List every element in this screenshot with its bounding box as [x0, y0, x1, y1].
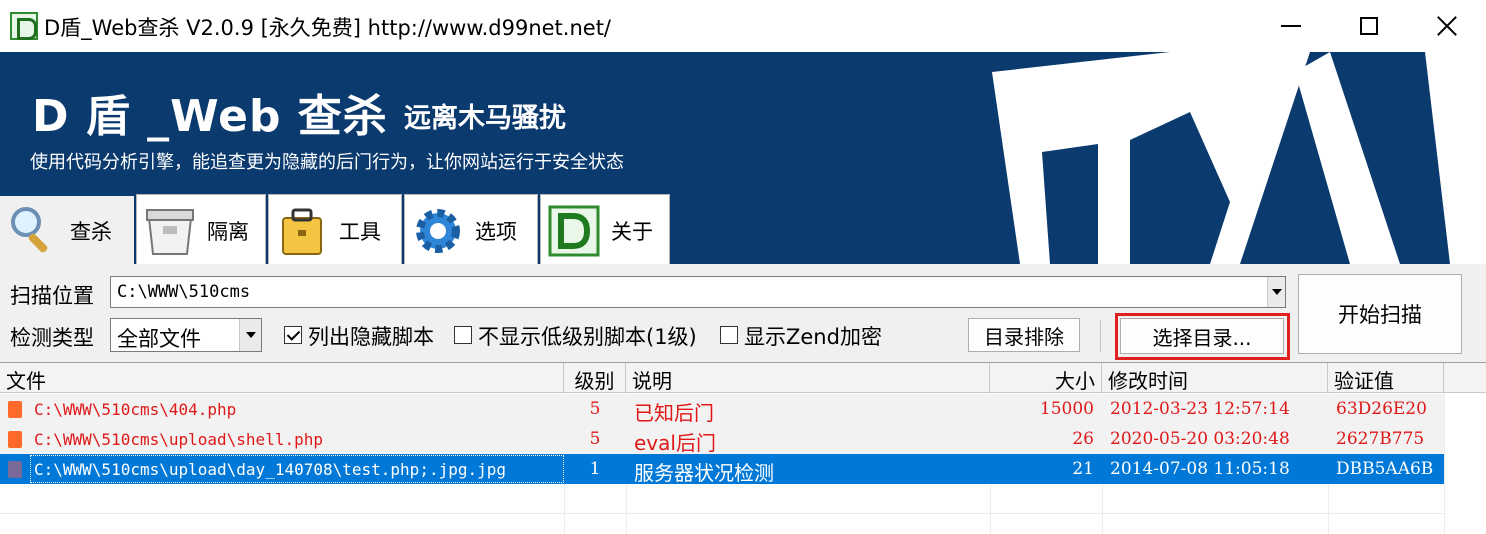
tab-quarantine[interactable]: 隔离 — [136, 194, 266, 266]
row-desc: eval后门 — [634, 431, 716, 454]
chevron-down-icon — [245, 332, 256, 338]
maximize-icon — [1360, 17, 1378, 35]
detect-type-value: 全部文件 — [117, 327, 201, 351]
column-header-mtime[interactable]: 修改时间 — [1102, 363, 1328, 393]
script-file-icon — [8, 431, 22, 448]
table-row[interactable]: C:\WWW\510cms\404.php 5 已知后门 15000 2012-… — [0, 394, 1444, 424]
script-file-icon — [8, 461, 22, 478]
column-header-filler — [1444, 363, 1486, 393]
minimize-button[interactable] — [1252, 0, 1330, 52]
row-desc: 服务器状况检测 — [634, 461, 774, 484]
chevron-down-icon — [1271, 289, 1282, 295]
show-zend-checkbox[interactable] — [720, 326, 738, 344]
row-hash: DBB5AA6B — [1336, 459, 1434, 479]
column-header-hash[interactable]: 验证值 — [1328, 363, 1444, 393]
scan-location-dropdown-button[interactable] — [1267, 277, 1285, 307]
row-desc: 已知后门 — [634, 401, 714, 424]
row-divider — [0, 513, 1444, 514]
close-icon — [1436, 15, 1458, 37]
row-hash: 2627B775 — [1336, 429, 1425, 449]
exclude-dir-button[interactable]: 目录排除 — [968, 318, 1080, 352]
column-divider — [1444, 393, 1445, 534]
tab-scan-label: 查杀 — [70, 220, 112, 244]
toolbar-separator — [1100, 320, 1101, 352]
toolbox-icon — [282, 208, 322, 255]
window-title: D盾_Web查杀 V2.0.9 [永久免费] http://www.d99net… — [44, 16, 611, 40]
minimize-icon — [1281, 25, 1301, 27]
start-scan-button[interactable]: 开始扫描 — [1298, 274, 1462, 354]
row-size: 26 — [1072, 429, 1094, 449]
brand-subtitle: 远离木马骚扰 — [404, 103, 566, 134]
column-header-level[interactable]: 级别 — [564, 363, 626, 393]
script-file-icon — [8, 401, 22, 418]
list-hidden-scripts-label[interactable]: 列出隐藏脚本 — [308, 321, 434, 351]
row-level: 1 — [589, 459, 601, 479]
d-shield-logo-icon — [548, 205, 600, 256]
table-row-selected[interactable]: C:\WWW\510cms\upload\day_140708\test.php… — [0, 454, 1444, 484]
row-mtime: 2020-05-20 03:20:48 — [1110, 429, 1290, 449]
detect-type-dropdown-button[interactable] — [239, 319, 261, 351]
title-bar: D盾_Web查杀 V2.0.9 [永久免费] http://www.d99net… — [0, 0, 1486, 52]
magnifier-icon — [11, 207, 48, 253]
tab-scan[interactable]: 查杀 — [0, 196, 134, 266]
brand-title: D 盾 _Web 查杀 — [32, 91, 388, 142]
column-header-desc[interactable]: 说明 — [626, 363, 990, 393]
app-icon — [10, 12, 38, 40]
d-shield-logo-art — [992, 52, 1486, 264]
close-button[interactable] — [1408, 0, 1486, 52]
row-hash: 63D26E20 — [1336, 399, 1427, 419]
brand-slogan: 使用代码分析引擎，能追查更为隐藏的后门行为，让你网站运行于安全状态 — [30, 152, 624, 173]
list-hidden-scripts-checkbox[interactable] — [284, 326, 302, 344]
hide-low-level-checkbox[interactable] — [454, 326, 472, 344]
results-table[interactable]: 文件 级别 说明 大小 修改时间 验证值 C:\WWW\510cms\404.p… — [0, 362, 1486, 534]
detect-type-select[interactable]: 全部文件 — [110, 318, 262, 352]
quarantine-box-icon — [146, 208, 194, 255]
row-size: 21 — [1072, 459, 1094, 479]
tab-options[interactable]: 选项 — [404, 194, 538, 266]
row-file: C:\WWW\510cms\404.php — [34, 400, 237, 419]
show-zend-label[interactable]: 显示Zend加密 — [744, 321, 882, 351]
row-mtime: 2014-07-08 11:05:18 — [1110, 459, 1290, 479]
gear-icon — [416, 208, 460, 253]
hide-low-level-label[interactable]: 不显示低级别脚本(1级) — [478, 321, 697, 351]
tab-tools[interactable]: 工具 — [268, 194, 402, 266]
column-header-size[interactable]: 大小 — [990, 363, 1102, 393]
scan-location-label: 扫描位置 — [10, 284, 94, 308]
column-header-file[interactable]: 文件 — [0, 363, 564, 393]
row-level: 5 — [589, 429, 601, 449]
tab-quarantine-label: 隔离 — [207, 219, 249, 244]
detect-type-label: 检测类型 — [10, 326, 94, 350]
row-level: 5 — [589, 399, 601, 419]
highlight-annotation — [1115, 313, 1290, 360]
table-row[interactable]: C:\WWW\510cms\upload\shell.php 5 eval后门 … — [0, 424, 1444, 454]
scan-location-combo[interactable]: C:\WWW\510cms — [110, 276, 1286, 308]
tab-options-label: 选项 — [475, 219, 517, 244]
row-size: 15000 — [1039, 399, 1094, 419]
tab-about-label: 关于 — [611, 219, 653, 244]
row-mtime: 2012-03-23 12:57:14 — [1110, 399, 1290, 419]
maximize-button[interactable] — [1330, 0, 1408, 52]
row-file: C:\WWW\510cms\upload\shell.php — [34, 430, 323, 449]
scan-location-value: C:\WWW\510cms — [117, 282, 251, 302]
tab-tools-label: 工具 — [339, 219, 381, 244]
row-file: C:\WWW\510cms\upload\day_140708\test.php… — [34, 460, 507, 479]
tab-about[interactable]: 关于 — [540, 194, 670, 266]
